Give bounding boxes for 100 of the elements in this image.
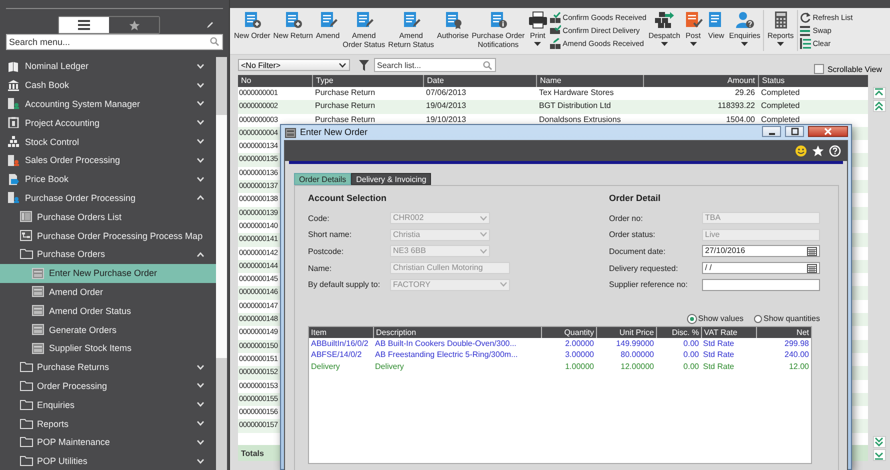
building-icon <box>8 192 19 204</box>
help-button[interactable] <box>829 145 841 157</box>
menu-item[interactable]: Project Accounting <box>0 113 216 132</box>
form-icon <box>32 305 44 316</box>
menu-item[interactable]: Purchase Order Processing Process Map <box>0 226 216 245</box>
document-plus-icon <box>283 11 304 29</box>
arrow-to-bottom-icon <box>874 450 884 460</box>
tab[interactable]: Order Details <box>294 173 352 185</box>
menu-item[interactable]: Amend Order <box>0 282 216 302</box>
chevron-down-icon <box>197 101 204 106</box>
menu-item[interactable]: Enquiries <box>0 395 216 414</box>
table-cell: 1504.00 <box>726 114 755 126</box>
search-field[interactable]: Search menu... <box>6 34 223 50</box>
field-label: Name: <box>308 264 333 273</box>
menu-item[interactable]: POP Maintenance <box>0 432 216 452</box>
filter-dropdown[interactable]: <No Filter> <box>238 59 350 71</box>
table-cell-text: Std Rate <box>702 349 736 361</box>
form-icon <box>32 286 44 298</box>
checkbox[interactable]: Scrollable View <box>814 64 882 74</box>
menu-item[interactable]: Purchase Orders List <box>0 207 216 226</box>
radio-button[interactable]: Show values <box>688 314 744 324</box>
caret-down-icon <box>777 42 784 46</box>
menu-item[interactable]: POP Utilities <box>0 452 216 470</box>
table-cell-text: 12.00000 <box>620 360 655 372</box>
table-cell: BGT Distribution Ltd <box>539 100 611 112</box>
menu-item[interactable]: Reports <box>0 414 216 433</box>
search-field[interactable]: Search list... <box>374 58 496 72</box>
table-cell-text: 299.98 <box>784 338 810 350</box>
date-field[interactable]: / / <box>702 262 820 274</box>
maximize-icon <box>790 127 800 136</box>
menu-view-button[interactable] <box>59 17 109 33</box>
menu-item[interactable]: Order Processing <box>0 376 216 396</box>
field-label: Supplier reference no: <box>609 280 689 290</box>
favourite-button[interactable] <box>812 145 824 157</box>
table-cell: 19/10/2013 <box>426 114 466 126</box>
date-field[interactable]: 27/10/2016 <box>702 245 820 258</box>
close-button[interactable] <box>808 126 848 137</box>
process-map-icon <box>20 230 32 242</box>
chevron-down-icon <box>197 402 204 408</box>
scroll-down-button[interactable] <box>872 436 886 448</box>
menu-icon <box>78 20 90 30</box>
menu-item[interactable]: Accounting System Manager <box>0 94 216 114</box>
table-cell: 07/06/2013 <box>426 87 466 99</box>
table-cell-text: 3.00000 <box>564 349 595 361</box>
table-cell: Completed <box>761 87 800 99</box>
menu-item[interactable]: Nominal Ledger <box>0 57 216 76</box>
minimize-button[interactable] <box>762 126 781 137</box>
column-header[interactable]: Net <box>756 326 811 338</box>
scrollbar-thumb[interactable] <box>216 115 227 358</box>
radio-button[interactable]: Show quantities <box>754 314 820 324</box>
menu-item[interactable]: Supplier Stock Items <box>0 338 216 358</box>
column-header[interactable]: VAT Rate <box>701 326 756 338</box>
menu-item[interactable]: Generate Orders <box>0 320 216 339</box>
field-label: Order status: <box>609 230 656 240</box>
form-icon <box>285 128 296 138</box>
field-label: By default supply to: <box>308 280 382 290</box>
menu-item[interactable]: Purchase Order Processing <box>0 188 216 208</box>
view-toggle[interactable] <box>58 16 160 34</box>
edit-button[interactable] <box>205 20 215 30</box>
boxes-arrow-icon <box>654 11 674 29</box>
menu-item[interactable]: Stock Control <box>0 132 216 151</box>
menu-item[interactable]: Cash Book <box>0 76 216 95</box>
maximize-button[interactable] <box>785 126 804 137</box>
calendar-icon <box>807 246 817 256</box>
field-label: Document date: <box>609 246 666 256</box>
column-header[interactable]: Description <box>373 326 541 338</box>
field-label: Short name: <box>308 230 353 240</box>
column-header[interactable]: Unit Price <box>596 326 656 338</box>
section-title: Order Detail <box>609 193 662 205</box>
input-field[interactable] <box>702 278 820 291</box>
tab[interactable]: Delivery & Invoicing <box>351 173 432 185</box>
menu-item[interactable]: Price Book <box>0 170 216 189</box>
calendar-icon <box>807 264 817 273</box>
filter-button[interactable] <box>358 59 370 71</box>
scroll-to-top-button[interactable] <box>872 87 886 99</box>
hierarchy-icon <box>8 136 19 148</box>
menu-item[interactable]: Amend Order Status <box>0 301 216 320</box>
scroll-up-button[interactable] <box>872 100 886 112</box>
menu-item[interactable]: Sales Order Processing <box>0 150 216 170</box>
column-header[interactable]: Disc. % <box>656 326 701 338</box>
menu-item[interactable]: Purchase Returns <box>0 358 216 377</box>
table-cell-text: 1.00000 <box>564 360 595 372</box>
printer-icon <box>528 11 548 29</box>
table-cell-text: 240.00 <box>784 349 810 361</box>
column-header[interactable]: Item <box>309 326 373 338</box>
folder-icon <box>20 456 33 466</box>
building-icon <box>8 98 19 110</box>
document-icon <box>8 174 19 185</box>
column-header[interactable]: Quantity <box>541 326 596 338</box>
table-cell: Completed <box>761 100 800 112</box>
field-label: Code: <box>308 214 330 223</box>
scrollbar[interactable] <box>216 57 227 470</box>
caret-down-icon <box>660 42 668 46</box>
form-icon <box>32 324 44 336</box>
menu-item[interactable]: Enter New Purchase Order <box>0 264 216 283</box>
scroll-to-bottom-button[interactable] <box>872 449 886 461</box>
book-icon <box>8 60 19 72</box>
feedback-button[interactable] <box>795 145 807 157</box>
menu-item[interactable]: Purchase Orders <box>0 244 216 264</box>
column-header[interactable]: No <box>238 75 312 87</box>
